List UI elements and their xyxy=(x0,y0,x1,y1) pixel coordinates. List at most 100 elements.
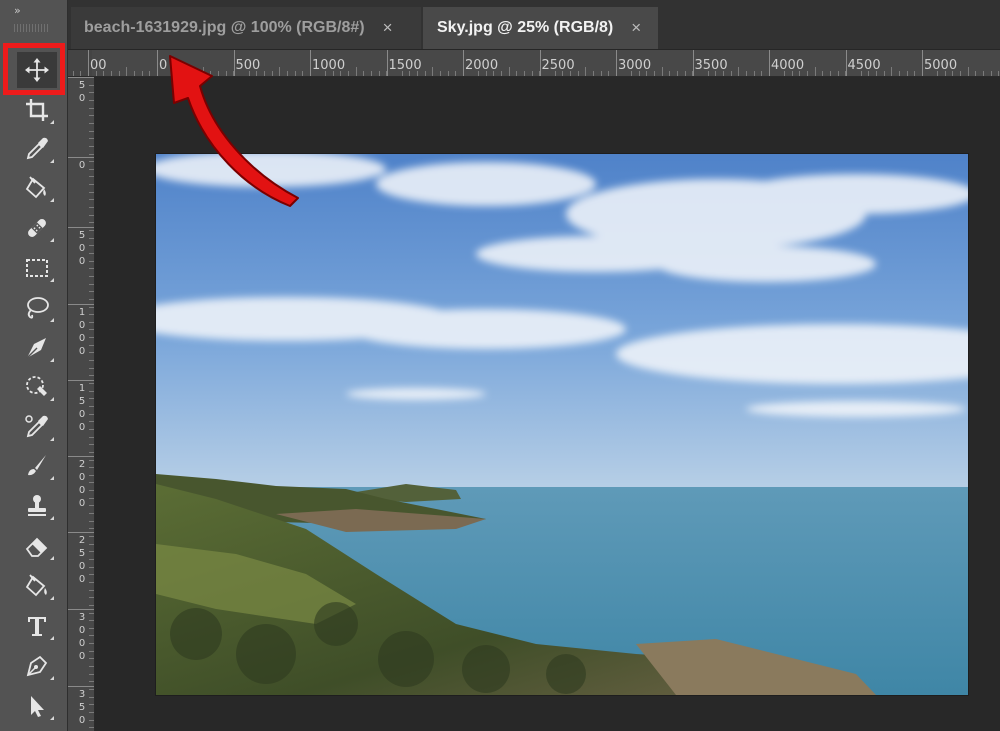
ruler-minor-tick xyxy=(684,71,686,76)
ruler-minor-tick xyxy=(89,551,94,553)
ruler-minor-tick xyxy=(89,635,94,637)
tab-label: Sky.jpg @ 25% (RGB/8) xyxy=(437,19,614,36)
ruler-label: 2 5 0 0 xyxy=(78,535,86,585)
ruler-minor-tick xyxy=(89,413,94,415)
ruler-minor-tick xyxy=(371,71,373,76)
ruler-minor-tick xyxy=(118,71,120,76)
type-tool-button[interactable] xyxy=(17,608,57,644)
path-selection-tool-button[interactable] xyxy=(17,688,57,724)
document-canvas-image[interactable] xyxy=(156,154,968,695)
ruler-minor-tick xyxy=(822,71,824,76)
ruler-minor-tick xyxy=(89,490,94,492)
ruler-major-tick xyxy=(68,532,94,533)
ruler-major-tick xyxy=(68,456,94,457)
ruler-minor-tick xyxy=(89,329,94,331)
ruler-minor-tick xyxy=(516,71,518,76)
paint-bucket-tool-button[interactable] xyxy=(17,170,57,206)
ruler-minor-tick xyxy=(975,71,977,76)
ruler-minor-tick xyxy=(89,252,94,254)
ruler-minor-tick xyxy=(89,99,94,101)
eraser-tool-button[interactable] xyxy=(17,528,57,564)
ruler-minor-tick xyxy=(960,71,962,76)
ruler-label: 0 xyxy=(78,160,86,171)
ruler-minor-tick xyxy=(89,344,94,346)
ruler-major-tick xyxy=(539,50,541,76)
pen-nib-tool-button[interactable] xyxy=(17,330,57,366)
ruler-minor-tick xyxy=(837,71,839,76)
ruler-label: 2500 xyxy=(541,58,575,73)
ruler-minor-tick xyxy=(89,513,94,515)
ruler-minor-tick xyxy=(89,383,94,384)
ruler-minor-tick xyxy=(89,704,94,706)
vertical-ruler[interactable]: 5 0 0 5 0 0 1 0 0 0 1 5 0 0 2 0 0 0 2 5 0 0 3 0… xyxy=(68,77,95,731)
marquee-tool-button[interactable] xyxy=(17,250,57,286)
ruler-minor-tick xyxy=(89,505,94,507)
ruler-minor-tick xyxy=(89,107,94,109)
ruler-minor-tick xyxy=(531,71,533,76)
ruler-minor-tick xyxy=(89,375,94,377)
ruler-minor-tick xyxy=(89,520,94,522)
fill-tool-button[interactable] xyxy=(17,568,57,604)
ruler-minor-tick xyxy=(89,352,94,354)
ruler-minor-tick xyxy=(898,71,900,76)
ruler-major-tick xyxy=(68,686,94,687)
ruler-minor-tick xyxy=(89,612,94,614)
color-sampler-tool-button[interactable] xyxy=(17,409,57,445)
ruler-minor-tick xyxy=(669,71,671,76)
ruler-minor-tick xyxy=(378,71,380,76)
crop-tool-button[interactable] xyxy=(17,92,57,128)
ruler-minor-tick xyxy=(89,474,94,476)
lasso-tool-button[interactable] xyxy=(17,290,57,326)
clone-stamp-tool-button[interactable] xyxy=(17,488,57,524)
eyedropper-tool-button[interactable] xyxy=(17,131,57,167)
healing-brush-tool-button[interactable] xyxy=(17,210,57,246)
tools-panel: » xyxy=(0,0,68,731)
ruler-minor-tick xyxy=(677,71,679,76)
eraser-icon xyxy=(25,537,48,557)
ruler-minor-tick xyxy=(89,566,94,568)
ruler-label: 4500 xyxy=(847,58,881,73)
tab-beach-document[interactable]: beach-1631929.jpg @ 100% (RGB/8#) × xyxy=(71,7,421,49)
ruler-minor-tick xyxy=(89,696,94,698)
ruler-minor-tick xyxy=(89,620,94,622)
tab-close-button[interactable]: × xyxy=(631,18,641,38)
ruler-minor-tick xyxy=(424,71,426,76)
ruler-minor-tick xyxy=(524,71,526,76)
ruler-minor-tick xyxy=(89,459,94,461)
ruler-minor-tick xyxy=(72,71,74,76)
ruler-minor-tick xyxy=(89,130,94,132)
ruler-minor-tick xyxy=(89,428,94,430)
ruler-major-tick xyxy=(845,50,847,76)
ruler-minor-tick xyxy=(508,67,510,76)
ruler-minor-tick xyxy=(89,421,94,423)
stamp-icon xyxy=(28,495,46,516)
ruler-minor-tick xyxy=(141,71,143,76)
ruler-minor-tick xyxy=(730,71,732,76)
ruler-minor-tick xyxy=(89,214,94,216)
tab-close-button[interactable]: × xyxy=(383,18,393,38)
ruler-minor-tick xyxy=(89,145,94,147)
collapse-panel-button[interactable]: » xyxy=(14,4,21,17)
ruler-major-tick xyxy=(68,609,94,610)
ruler-minor-tick xyxy=(585,67,587,76)
ruler-minor-tick xyxy=(738,67,740,76)
ruler-label: 5 0 0 xyxy=(78,230,86,267)
panel-grip[interactable] xyxy=(14,24,50,32)
ruler-minor-tick xyxy=(967,67,969,76)
ruler-minor-tick xyxy=(89,230,94,231)
quick-selection-tool-button[interactable] xyxy=(17,369,57,405)
ruler-minor-tick xyxy=(89,161,94,163)
ruler-major-tick xyxy=(68,157,94,158)
ruler-minor-tick xyxy=(133,71,135,76)
pen-tool-button[interactable] xyxy=(17,648,57,684)
ruler-label: 2000 xyxy=(465,58,499,73)
ruler-minor-tick xyxy=(89,168,94,170)
ruler-major-tick xyxy=(386,50,388,76)
crop-icon xyxy=(26,99,48,121)
ruler-minor-tick xyxy=(89,543,94,545)
ruler-minor-tick xyxy=(89,367,94,369)
ruler-minor-tick xyxy=(830,71,832,76)
ruler-minor-tick xyxy=(891,67,893,76)
tab-sky-document[interactable]: Sky.jpg @ 25% (RGB/8) × xyxy=(423,7,658,49)
brush-tool-button[interactable] xyxy=(17,448,57,484)
